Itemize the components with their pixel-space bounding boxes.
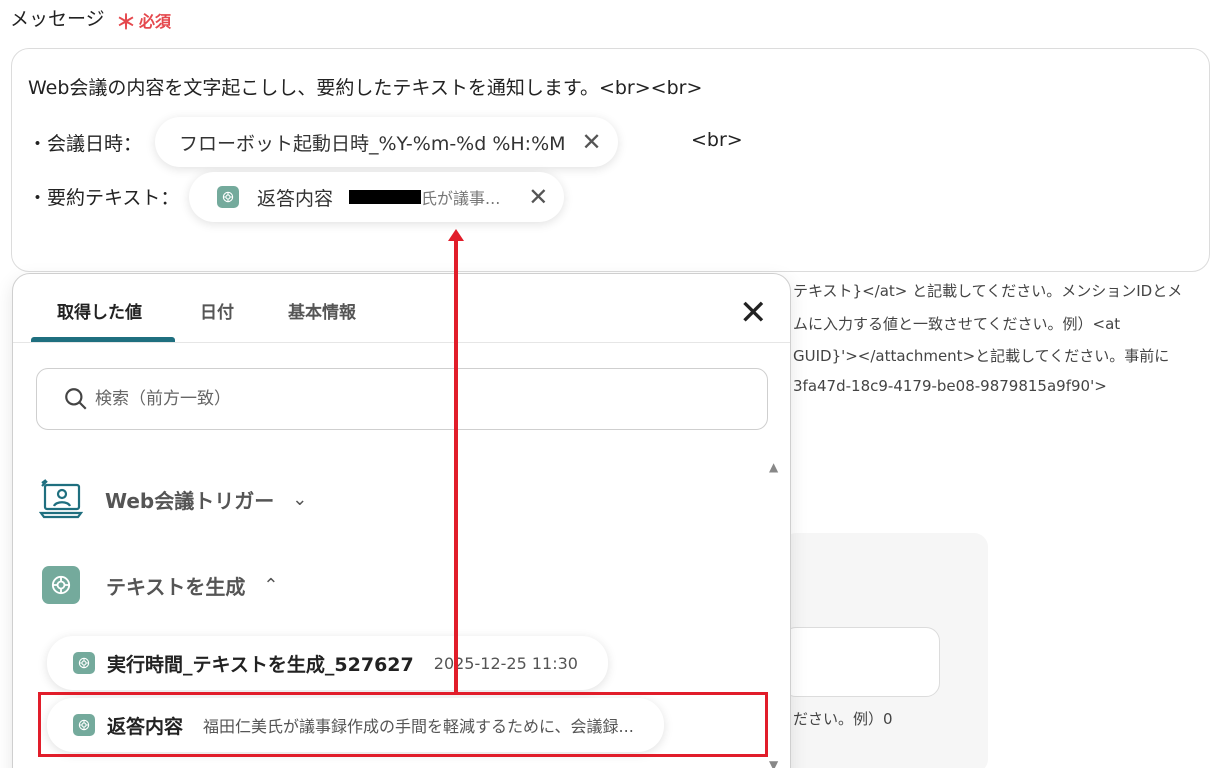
reply-content-variable-chip[interactable]: 返答内容 氏が議事... ✕ bbox=[189, 172, 565, 222]
close-icon[interactable]: ✕ bbox=[528, 185, 548, 209]
chevron-up-icon: ⌃ bbox=[263, 574, 279, 596]
search-input[interactable] bbox=[95, 389, 695, 409]
annotation-highlight-box bbox=[38, 692, 768, 757]
reply-content-label: 返答内容 bbox=[257, 187, 334, 210]
datetime-variable-label: フローボット起動日時_%Y-%m-%d %H:%M bbox=[179, 132, 566, 155]
tab-acquired-values[interactable]: 取得した値 bbox=[57, 298, 142, 323]
tabs-divider bbox=[13, 342, 790, 343]
reply-content-preview: 氏が議事... bbox=[421, 189, 501, 208]
help-text-line: 3fa47d-18c9-4179-be08-9879815a9f90'> bbox=[793, 377, 1107, 395]
web-meeting-icon bbox=[39, 479, 83, 519]
background-input[interactable] bbox=[782, 627, 940, 697]
section-label: Web会議トリガー bbox=[105, 488, 275, 513]
close-icon[interactable]: ✕ bbox=[739, 296, 768, 330]
item-label: 実行時間_テキストを生成_527627 bbox=[107, 653, 414, 676]
section-web-meeting-trigger[interactable]: Web会議トリガー ⌄ bbox=[39, 479, 307, 519]
annotation-arrow-head bbox=[448, 229, 464, 241]
openai-icon bbox=[73, 652, 95, 674]
required-text: 必須 bbox=[139, 12, 172, 31]
meeting-datetime-prefix: ・会議日時： bbox=[28, 133, 143, 155]
chevron-down-icon: ⌄ bbox=[292, 488, 308, 510]
openai-icon bbox=[42, 566, 80, 604]
search-field[interactable] bbox=[36, 368, 768, 430]
section-generate-text[interactable]: テキストを生成 ⌃ bbox=[42, 566, 279, 604]
tab-date[interactable]: 日付 bbox=[200, 298, 234, 323]
meeting-datetime-suffix: <br> bbox=[691, 129, 743, 151]
required-mark: ＊ bbox=[116, 10, 136, 34]
help-text-line: ムに入力する値と一致させてください。例）<at bbox=[793, 315, 1121, 333]
list-item-execution-time[interactable]: 実行時間_テキストを生成_527627 2025-12-25 11:30 bbox=[47, 636, 608, 690]
message-line-1: Web会議の内容を文字起こしし、要約したテキストを通知します。<br><br> bbox=[28, 77, 703, 99]
scroll-down-arrow[interactable]: ▼ bbox=[769, 758, 778, 768]
message-field-label: メッセージ bbox=[10, 8, 105, 30]
openai-icon bbox=[217, 186, 239, 208]
help-text-line: テキスト}</at> と記載してください。メンションIDとメ bbox=[793, 282, 1183, 300]
datetime-variable-chip[interactable]: フローボット起動日時_%Y-%m-%d %H:%M ✕ bbox=[155, 117, 618, 167]
scroll-up-arrow[interactable]: ▲ bbox=[769, 460, 778, 474]
message-editor[interactable]: Web会議の内容を文字起こしし、要約したテキストを通知します。<br><br> … bbox=[11, 48, 1210, 272]
close-icon[interactable]: ✕ bbox=[582, 130, 602, 154]
search-icon bbox=[65, 388, 87, 410]
annotation-arrow-line bbox=[454, 236, 458, 694]
help-text-line: GUID}'></attachment>と記載してください。事前に bbox=[793, 347, 1170, 365]
redacted-name bbox=[349, 190, 422, 204]
section-label: テキストを生成 bbox=[106, 574, 246, 599]
page: メッセージ ＊ 必須 Web会議の内容を文字起こしし、要約したテキストを通知しま… bbox=[0, 0, 1220, 768]
summary-text-prefix: ・要約テキスト： bbox=[28, 187, 180, 209]
tab-basic-info[interactable]: 基本情報 bbox=[288, 298, 356, 323]
help-text-tail: ださい。例）0 bbox=[793, 710, 893, 728]
